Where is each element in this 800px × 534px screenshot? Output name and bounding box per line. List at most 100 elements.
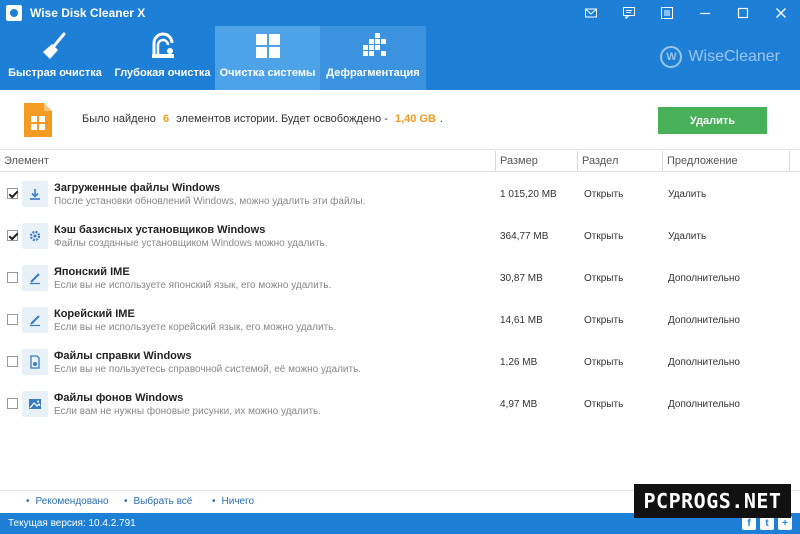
- close-icon: [776, 8, 786, 18]
- row-open-link[interactable]: Открыть: [584, 231, 623, 242]
- table-row[interactable]: Корейский IME Если вы не используете кор…: [0, 298, 800, 340]
- recommended-link[interactable]: Рекомендовано: [26, 496, 109, 507]
- column-size[interactable]: Размер: [496, 151, 578, 172]
- tab-defrag[interactable]: Дефрагментация: [320, 26, 426, 90]
- row-icon: [22, 349, 48, 375]
- maximize-button[interactable]: [724, 0, 762, 26]
- facebook-icon[interactable]: f: [742, 516, 756, 530]
- row-name: Корейский IME: [54, 308, 135, 320]
- brand-name: WiseCleaner: [688, 48, 780, 65]
- nav-bar: Быстрая очистка Глубокая очистка Очистка…: [0, 26, 800, 90]
- row-suggestion: Дополнительно: [668, 357, 740, 368]
- select-none-link[interactable]: Ничего: [212, 496, 255, 507]
- tab-quick-clean[interactable]: Быстрая очистка: [0, 26, 110, 90]
- row-suggestion: Дополнительно: [668, 273, 740, 284]
- gear-icon: [29, 230, 41, 242]
- row-icon: [22, 265, 48, 291]
- brand-mark: W: [660, 46, 683, 68]
- summary-middle: элементов истории. Будет освобождено -: [176, 113, 388, 125]
- table-row[interactable]: Файлы фонов Windows Если вам не нужны фо…: [0, 382, 800, 424]
- feedback-button[interactable]: [610, 0, 648, 26]
- table-row[interactable]: Кэш базисных установщиков Windows Файлы …: [0, 214, 800, 256]
- select-all-link[interactable]: Выбрать всё: [124, 496, 193, 507]
- share-icon[interactable]: +: [778, 516, 792, 530]
- row-size: 364,77 MB: [500, 231, 549, 242]
- table-row[interactable]: Японский IME Если вы не используете япон…: [0, 256, 800, 298]
- row-size: 1 015,20 MB: [500, 189, 557, 200]
- row-description: Если вы не используете корейский язык, е…: [54, 322, 337, 333]
- column-section[interactable]: Раздел: [578, 151, 663, 172]
- row-icon: [22, 391, 48, 417]
- app-icon: [6, 5, 22, 21]
- vacuum-icon: [151, 32, 174, 58]
- found-count: 6: [162, 113, 170, 125]
- tab-deep-clean[interactable]: Глубокая очистка: [110, 26, 215, 90]
- row-open-link[interactable]: Открыть: [584, 189, 623, 200]
- app-title: Wise Disk Cleaner X: [30, 6, 146, 20]
- windows-icon: [255, 34, 280, 58]
- image-icon: [29, 399, 41, 409]
- row-suggestion: Дополнительно: [668, 399, 740, 410]
- twitter-icon[interactable]: t: [760, 516, 774, 530]
- mail-icon: [585, 8, 597, 18]
- minimize-icon: [700, 12, 710, 15]
- row-description: Если вам не нужны фоновые рисунки, их мо…: [54, 406, 322, 417]
- row-name: Файлы справки Windows: [54, 350, 192, 362]
- scan-summary: Было найдено 6 элементов истории. Будет …: [0, 90, 800, 150]
- row-checkbox[interactable]: [7, 398, 18, 409]
- column-element[interactable]: Элемент: [0, 151, 496, 172]
- mail-button[interactable]: [572, 0, 610, 26]
- row-suggestion: Дополнительно: [668, 315, 740, 326]
- row-checkbox[interactable]: [7, 188, 18, 199]
- column-suggestion[interactable]: Предложение: [663, 151, 790, 172]
- tab-label: Дефрагментация: [326, 67, 420, 79]
- row-size: 4,97 MB: [500, 399, 538, 410]
- version-label: Текущая версия: 10.4.2.791: [8, 518, 136, 529]
- download-icon: [30, 189, 40, 200]
- windows-file-icon: [24, 103, 52, 137]
- row-size: 14,61 MB: [500, 315, 543, 326]
- watermark: PCPROGS.NET: [634, 484, 791, 518]
- row-open-link[interactable]: Открыть: [584, 399, 623, 410]
- row-size: 1,26 MB: [500, 357, 538, 368]
- tab-system-clean[interactable]: Очистка системы: [215, 26, 320, 90]
- tab-label: Очистка системы: [219, 67, 316, 79]
- row-open-link[interactable]: Открыть: [584, 315, 623, 326]
- table-row[interactable]: Загруженные файлы Windows После установк…: [0, 172, 800, 214]
- row-open-link[interactable]: Открыть: [584, 357, 623, 368]
- items-list: Загруженные файлы Windows После установк…: [0, 172, 800, 424]
- pen-icon: [30, 315, 40, 327]
- free-size: 1,40 GB: [394, 113, 436, 125]
- brand-logo[interactable]: W WiseCleaner: [660, 46, 780, 68]
- minimize-button[interactable]: [686, 0, 724, 26]
- row-open-link[interactable]: Открыть: [584, 273, 623, 284]
- row-checkbox[interactable]: [7, 356, 18, 367]
- delete-button[interactable]: Удалить: [658, 107, 767, 134]
- row-icon: [22, 307, 48, 333]
- title-controls: [572, 0, 800, 26]
- row-checkbox[interactable]: [7, 272, 18, 283]
- table-row[interactable]: Файлы справки Windows Если вы не пользуе…: [0, 340, 800, 382]
- summary-prefix: Было найдено: [82, 113, 156, 125]
- table-header: Элемент Размер Раздел Предложение: [0, 151, 800, 172]
- row-checkbox[interactable]: [7, 314, 18, 325]
- row-checkbox[interactable]: [7, 230, 18, 241]
- row-description: Если вы не используете японский язык, ег…: [54, 280, 332, 291]
- row-name: Кэш базисных установщиков Windows: [54, 224, 266, 236]
- title-bar: Wise Disk Cleaner X: [0, 0, 800, 26]
- summary-suffix: .: [439, 113, 443, 125]
- help-file-icon: [30, 355, 40, 369]
- maximize-icon: [737, 7, 749, 19]
- broom-icon: [43, 32, 66, 59]
- row-name: Японский IME: [54, 266, 130, 278]
- menu-button[interactable]: [648, 0, 686, 26]
- row-icon: [22, 223, 48, 249]
- close-button[interactable]: [762, 0, 800, 26]
- menu-icon: [661, 7, 673, 19]
- summary-text: Было найдено 6 элементов истории. Будет …: [82, 113, 443, 125]
- row-description: Файлы созданные установщиком Windows мож…: [54, 238, 328, 249]
- defrag-icon: [363, 33, 386, 56]
- row-name: Загруженные файлы Windows: [54, 182, 221, 194]
- social-links: f t +: [738, 516, 792, 530]
- feedback-icon: [623, 7, 635, 19]
